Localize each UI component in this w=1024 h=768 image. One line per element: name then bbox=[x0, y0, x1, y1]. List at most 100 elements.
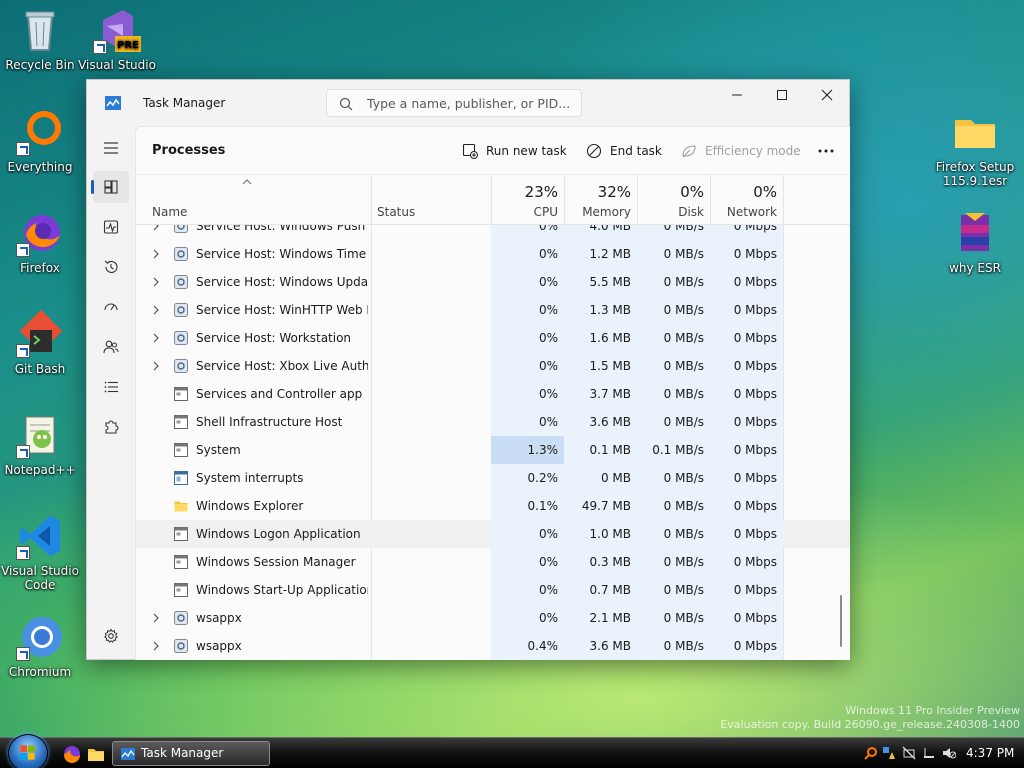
everything-tray-icon[interactable] bbox=[864, 746, 878, 760]
title-bar[interactable]: Task Manager bbox=[87, 80, 849, 126]
nav-app-history[interactable] bbox=[93, 251, 129, 283]
desktop-icon-why-esr[interactable]: why ESR bbox=[935, 209, 1015, 275]
desktop-icon-recycle-bin[interactable]: Recycle Bin bbox=[0, 6, 80, 72]
command-bar: Processes Run new task End task Efficien… bbox=[136, 127, 850, 175]
search-input[interactable] bbox=[367, 94, 572, 112]
expand-chevron-icon[interactable] bbox=[152, 225, 160, 231]
process-row[interactable]: Service Host: WinHTTP Web P... 0% 1.3 MB 0 … bbox=[136, 296, 850, 324]
process-row[interactable]: Windows Session Manager 0% 0.3 MB 0 MB/s 0 M… bbox=[136, 548, 850, 576]
process-row[interactable]: Service Host: Xbox Live Auth ... 0% 1.5 MB… bbox=[136, 352, 850, 380]
hamburger-menu-button[interactable] bbox=[93, 132, 129, 164]
nav-settings[interactable] bbox=[93, 620, 129, 652]
column-header-memory[interactable]: 32% Memory bbox=[564, 175, 637, 225]
more-options-button[interactable] bbox=[812, 140, 840, 162]
scrollbar-thumb[interactable] bbox=[840, 595, 842, 647]
column-label: Disk bbox=[678, 205, 704, 219]
nav-services[interactable] bbox=[93, 411, 129, 443]
maximize-button[interactable] bbox=[759, 80, 805, 110]
start-button[interactable] bbox=[8, 734, 48, 768]
desktop-icon-chromium[interactable]: Chromium bbox=[0, 613, 80, 679]
process-name: Service Host: Windows Time bbox=[196, 247, 367, 261]
minimize-button[interactable] bbox=[714, 80, 760, 110]
watermark-line: Evaluation copy. Build 26090.ge_release.… bbox=[720, 718, 1020, 731]
process-row[interactable]: wsappx 0.4% 3.6 MB 0 MB/s 0 Mbps bbox=[136, 632, 850, 660]
process-row[interactable]: Service Host: Workstation 0% 1.6 MB 0 MB/s 0… bbox=[136, 324, 850, 352]
process-network: 0 Mbps bbox=[710, 632, 783, 660]
process-row[interactable]: Service Host: Windows Push ... 0% 4.0 MB 0 … bbox=[136, 225, 850, 240]
file-explorer-quicklaunch-icon[interactable] bbox=[87, 745, 105, 763]
process-status bbox=[371, 352, 491, 380]
desktop-icon-firefox[interactable]: Firefox bbox=[0, 209, 80, 275]
end-task-button[interactable]: End task bbox=[578, 137, 670, 165]
process-status bbox=[371, 296, 491, 324]
process-cpu: 0% bbox=[491, 296, 564, 324]
column-header-disk[interactable]: 0% Disk bbox=[637, 175, 710, 225]
show-desktop-icon[interactable] bbox=[922, 746, 936, 760]
process-list: Service Host: Windows Push ... 0% 4.0 MB 0 … bbox=[136, 225, 850, 660]
process-network: 0 Mbps bbox=[710, 352, 783, 380]
firefox-quicklaunch-icon[interactable] bbox=[63, 745, 81, 763]
process-row[interactable]: System interrupts 0.2% 0 MB 0 MB/s 0 Mbps bbox=[136, 464, 850, 492]
taskbar-clock[interactable]: 4:37 PM bbox=[966, 746, 1014, 760]
expand-chevron-icon[interactable] bbox=[152, 613, 160, 623]
desktop-icon-notepad-plus-plus[interactable]: Notepad++ bbox=[0, 411, 80, 477]
column-header-network[interactable]: 0% Network bbox=[710, 175, 783, 225]
desktop-icon-label: Recycle Bin bbox=[5, 58, 75, 72]
desktop-icon-git-bash[interactable]: Git Bash bbox=[0, 309, 80, 376]
desktop-icon-everything[interactable]: Everything bbox=[0, 108, 80, 174]
process-row[interactable]: Windows Start-Up Application 0% 0.7 MB 0 MB… bbox=[136, 576, 850, 604]
desktop-icon-label: Notepad++ bbox=[4, 463, 76, 477]
shortcut-arrow-icon bbox=[16, 445, 30, 459]
desktop-icon-vscode[interactable]: Visual Studio Code bbox=[0, 512, 80, 592]
vertical-scrollbar[interactable] bbox=[840, 225, 844, 660]
chromium-icon bbox=[16, 613, 64, 661]
nav-processes[interactable] bbox=[91, 171, 129, 203]
winrar-archive-icon bbox=[951, 209, 999, 257]
process-row[interactable]: Windows Logon Application 0% 1.0 MB 0 MB/s 0… bbox=[136, 520, 850, 548]
nav-users[interactable] bbox=[93, 331, 129, 363]
process-status bbox=[371, 520, 491, 548]
expand-chevron-icon[interactable] bbox=[152, 277, 160, 287]
process-disk: 0 MB/s bbox=[637, 240, 710, 268]
window-app-icon bbox=[174, 443, 188, 457]
taskbar-button-task-manager[interactable]: Task Manager bbox=[112, 741, 270, 766]
process-row[interactable]: Services and Controller app 0% 3.7 MB 0 MB/… bbox=[136, 380, 850, 408]
everything-icon bbox=[16, 108, 64, 156]
expand-chevron-icon[interactable] bbox=[152, 333, 160, 343]
column-header-name[interactable]: Name bbox=[136, 175, 371, 225]
close-button[interactable] bbox=[804, 80, 850, 110]
expand-chevron-icon[interactable] bbox=[152, 249, 160, 259]
nav-details[interactable] bbox=[93, 371, 129, 403]
process-name: Shell Infrastructure Host bbox=[196, 415, 343, 429]
process-memory: 1.2 MB bbox=[564, 240, 637, 268]
process-network: 0 Mbps bbox=[710, 520, 783, 548]
expand-chevron-icon[interactable] bbox=[152, 361, 160, 371]
process-row[interactable]: Service Host: Windows Time 0% 1.2 MB 0 MB/s… bbox=[136, 240, 850, 268]
process-network: 0 Mbps bbox=[710, 324, 783, 352]
volume-muted-icon[interactable] bbox=[942, 746, 956, 760]
process-disk: 0 MB/s bbox=[637, 296, 710, 324]
process-row[interactable]: Service Host: Windows Update 0% 5.5 MB 0 MB… bbox=[136, 268, 850, 296]
nav-startup-apps[interactable] bbox=[93, 291, 129, 323]
column-header-status[interactable]: Status bbox=[361, 175, 481, 225]
run-new-task-button[interactable]: Run new task bbox=[454, 137, 575, 165]
process-status bbox=[371, 240, 491, 268]
expand-chevron-icon[interactable] bbox=[152, 305, 160, 315]
expand-chevron-icon[interactable] bbox=[152, 641, 160, 651]
network-disconnected-icon[interactable] bbox=[902, 746, 916, 760]
shortcut-arrow-icon bbox=[93, 40, 107, 54]
efficiency-mode-button[interactable]: Efficiency mode bbox=[673, 137, 809, 165]
process-row[interactable]: Windows Explorer 0.1% 49.7 MB 0 MB/s 0 Mbps bbox=[136, 492, 850, 520]
security-warning-icon[interactable] bbox=[882, 746, 896, 760]
process-row[interactable]: Shell Infrastructure Host 0% 3.6 MB 0 MB/s 0… bbox=[136, 408, 850, 436]
desktop-icon-visual-studio-preview[interactable]: PRE Visual Studio 2022 Preview bbox=[77, 6, 157, 72]
window-app-icon bbox=[174, 527, 188, 541]
nav-performance[interactable] bbox=[93, 211, 129, 243]
search-box[interactable] bbox=[326, 89, 582, 117]
process-row[interactable]: System 1.3% 0.1 MB 0.1 MB/s 0 Mbps bbox=[136, 436, 850, 464]
desktop-icon-firefox-setup[interactable]: Firefox Setup 115.9.1esr bbox=[935, 108, 1015, 188]
column-header-cpu[interactable]: 23% CPU bbox=[491, 175, 564, 225]
more-horizontal-icon bbox=[818, 149, 834, 153]
process-name: Windows Explorer bbox=[196, 499, 304, 513]
process-row[interactable]: wsappx 0% 2.1 MB 0 MB/s 0 Mbps bbox=[136, 604, 850, 632]
